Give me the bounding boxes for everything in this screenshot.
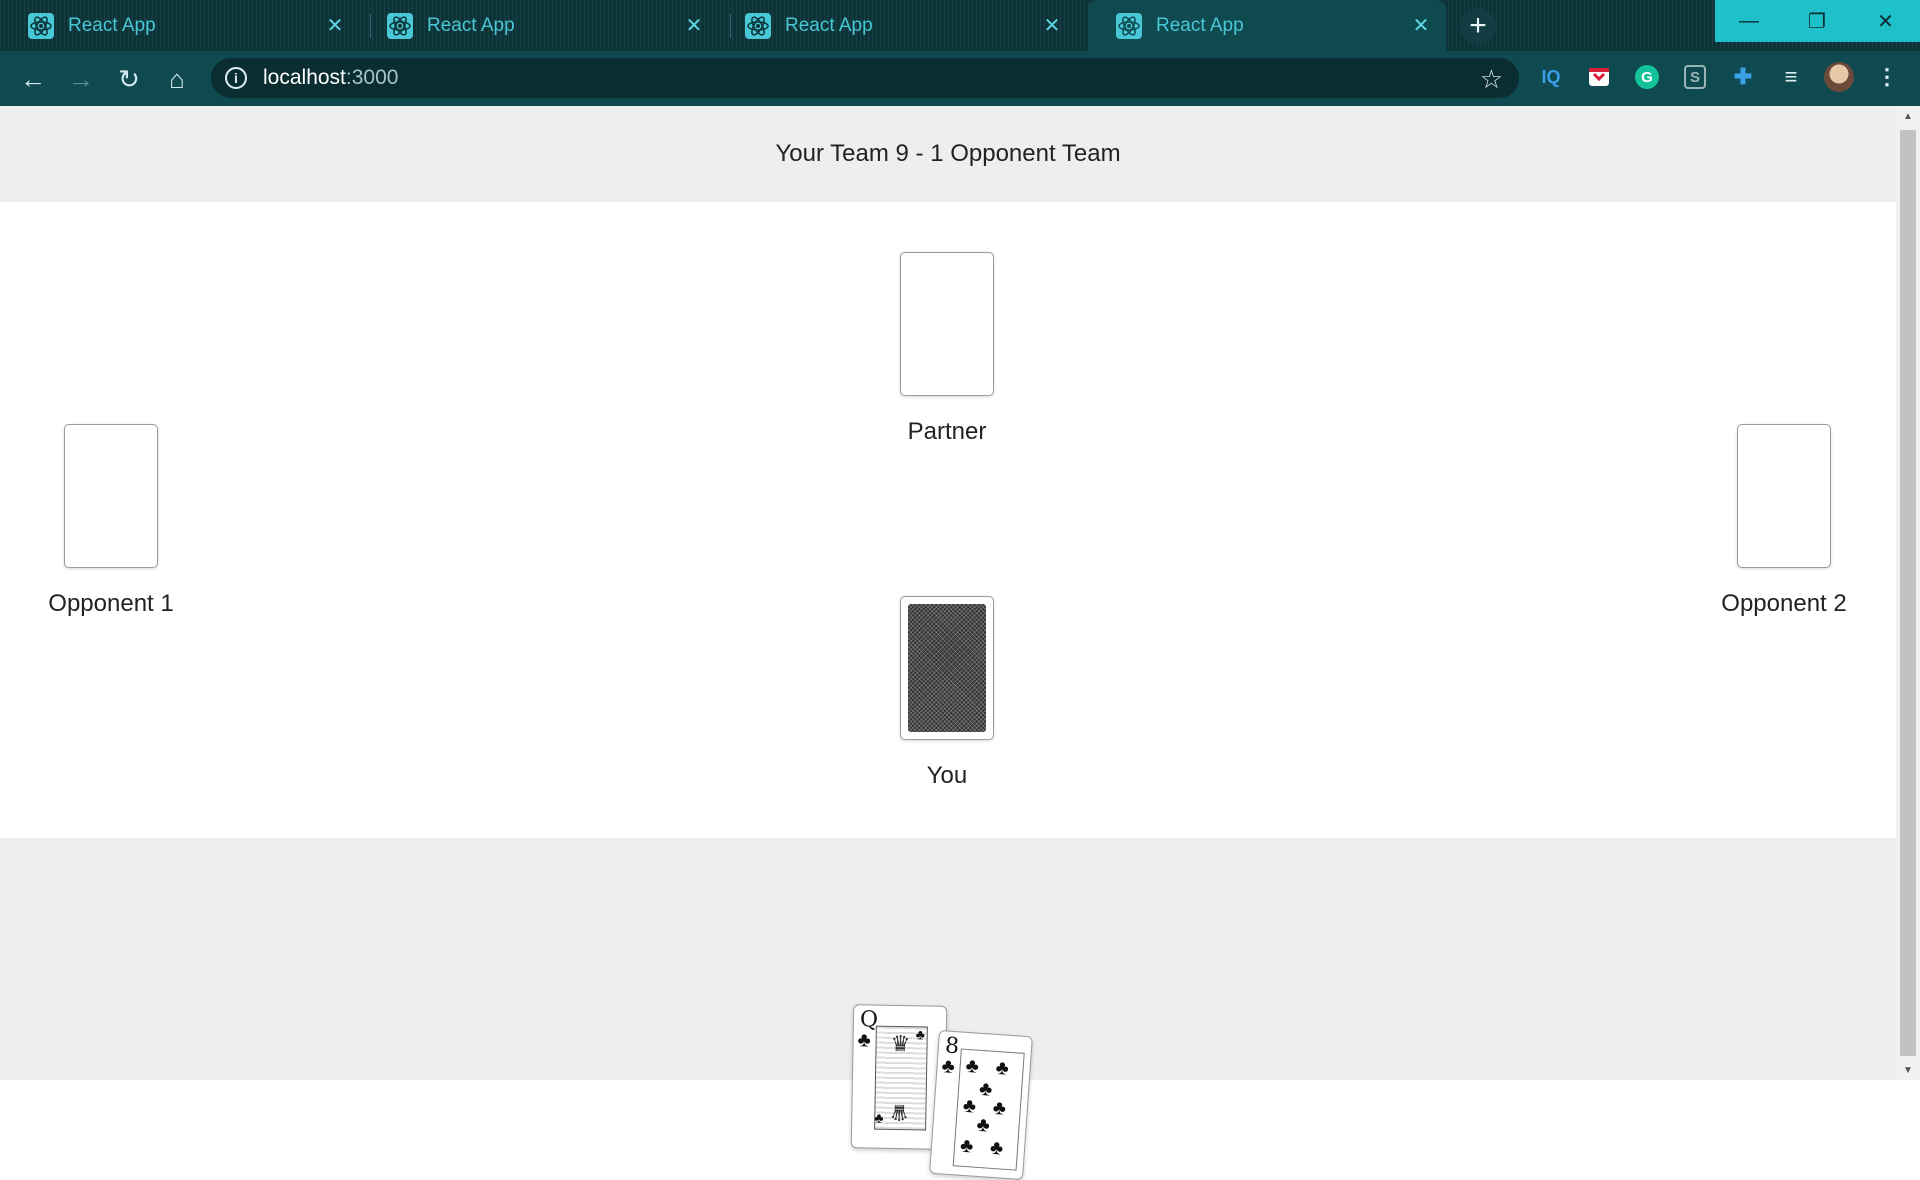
tab-4-active[interactable]: React App ✕	[1088, 0, 1446, 51]
you-label: You	[926, 762, 968, 789]
scroll-down-arrow-icon[interactable]: ▼	[1896, 1060, 1920, 1080]
tab-2[interactable]: React App ✕	[359, 0, 719, 51]
site-info-icon[interactable]: i	[225, 67, 247, 89]
club-icon: ♣	[975, 1113, 991, 1137]
forward-arrow-icon[interactable]: →	[66, 64, 96, 94]
card-back	[908, 604, 986, 732]
opponent1-seat: Opponent 1	[11, 424, 211, 618]
tab-3[interactable]: React App ✕	[717, 0, 1077, 51]
bookmark-star-icon[interactable]: ☆	[1480, 64, 1503, 95]
game-page: Your Team 9 - 1 Opponent Team Partner Op…	[0, 106, 1896, 1180]
card-suit: ♣	[940, 1055, 956, 1079]
close-icon[interactable]: ✕	[683, 15, 705, 37]
close-window-button[interactable]: ✕	[1851, 0, 1920, 42]
opponent1-label: Opponent 1	[48, 590, 174, 617]
partner-card-slot	[900, 252, 994, 396]
tab-title: React App	[785, 14, 873, 36]
pocket-icon[interactable]	[1584, 62, 1614, 92]
club-icon: ♣	[915, 1026, 926, 1043]
tab-title: React App	[1156, 14, 1244, 36]
scroll-thumb[interactable]	[1900, 130, 1916, 1056]
club-icon: ♣	[962, 1094, 977, 1118]
opponent2-label: Opponent 2	[1721, 590, 1847, 617]
club-icon: ♣	[989, 1136, 1004, 1160]
home-icon[interactable]: ⌂	[162, 64, 192, 94]
s-extension-label: S	[1684, 65, 1706, 89]
you-played-card	[900, 596, 994, 740]
react-favicon-icon	[1116, 12, 1142, 39]
club-icon: ♣	[992, 1096, 1007, 1120]
player-hand: Q ♣ ♛ ♛ ♣ ♣ 8 ♣ ♣ ♣ ♣ ♣ ♣ ♣ ♣ ♣	[0, 838, 1896, 1180]
score-text: Your Team 9 - 1 Opponent Team	[775, 140, 1121, 167]
scroll-up-arrow-icon[interactable]: ▲	[1896, 106, 1920, 126]
club-icon: ♣	[978, 1077, 993, 1101]
iq-icon[interactable]: IQ	[1536, 62, 1566, 92]
opponent2-seat: Opponent 2	[1684, 424, 1884, 618]
partner-seat: Partner	[847, 252, 1047, 446]
back-arrow-icon[interactable]: ←	[18, 64, 48, 94]
queen-crown-icon: ♛	[889, 1099, 910, 1126]
tab-title: React App	[427, 14, 515, 36]
card-suit: ♣	[857, 1029, 871, 1052]
s-extension-icon[interactable]: S	[1680, 62, 1710, 92]
partner-label: Partner	[907, 418, 987, 445]
reload-icon[interactable]: ↻	[114, 64, 144, 94]
url-host: localhost	[263, 66, 346, 89]
react-favicon-icon	[745, 12, 771, 39]
react-favicon-icon	[28, 12, 54, 39]
media-queue-icon[interactable]: ≡	[1776, 62, 1806, 92]
tab-1[interactable]: React App ✕	[0, 0, 360, 51]
club-icon: ♣	[964, 1054, 980, 1078]
grammarly-label: G	[1635, 65, 1659, 89]
puzzle-icon[interactable]: ✚	[1728, 62, 1758, 92]
scoreboard: Your Team 9 - 1 Opponent Team	[0, 106, 1896, 202]
close-icon[interactable]: ✕	[324, 15, 346, 37]
vertical-scrollbar[interactable]: ▲ ▼	[1896, 106, 1920, 1080]
tab-strip: React App ✕ React App ✕ React App ✕ Reac…	[0, 0, 1920, 51]
opponent1-card-slot	[64, 424, 158, 568]
club-icon: ♣	[874, 1109, 884, 1126]
tab-title: React App	[68, 14, 156, 36]
grammarly-icon[interactable]: G	[1632, 62, 1662, 92]
opponent2-card-slot	[1737, 424, 1831, 568]
club-icon: ♣	[959, 1134, 974, 1158]
address-bar[interactable]: i localhost:3000 ☆	[211, 58, 1519, 98]
close-icon[interactable]: ✕	[1410, 15, 1432, 37]
club-icon: ♣	[994, 1056, 1010, 1080]
minimize-button[interactable]: —	[1715, 0, 1783, 42]
profile-avatar[interactable]	[1824, 62, 1854, 92]
queen-crown-icon: ♛	[890, 1030, 911, 1057]
react-favicon-icon	[387, 12, 413, 39]
new-tab-button[interactable]: +	[1460, 8, 1496, 44]
more-menu-icon[interactable]: ⋮	[1872, 62, 1902, 92]
url-port: :3000	[345, 66, 399, 89]
you-seat: You	[847, 596, 1047, 790]
hand-card-eight-clubs[interactable]: 8 ♣ ♣ ♣ ♣ ♣ ♣ ♣ ♣ ♣	[929, 1029, 1033, 1180]
restore-button[interactable]: ❐	[1783, 0, 1851, 42]
close-icon[interactable]: ✕	[1041, 15, 1063, 37]
